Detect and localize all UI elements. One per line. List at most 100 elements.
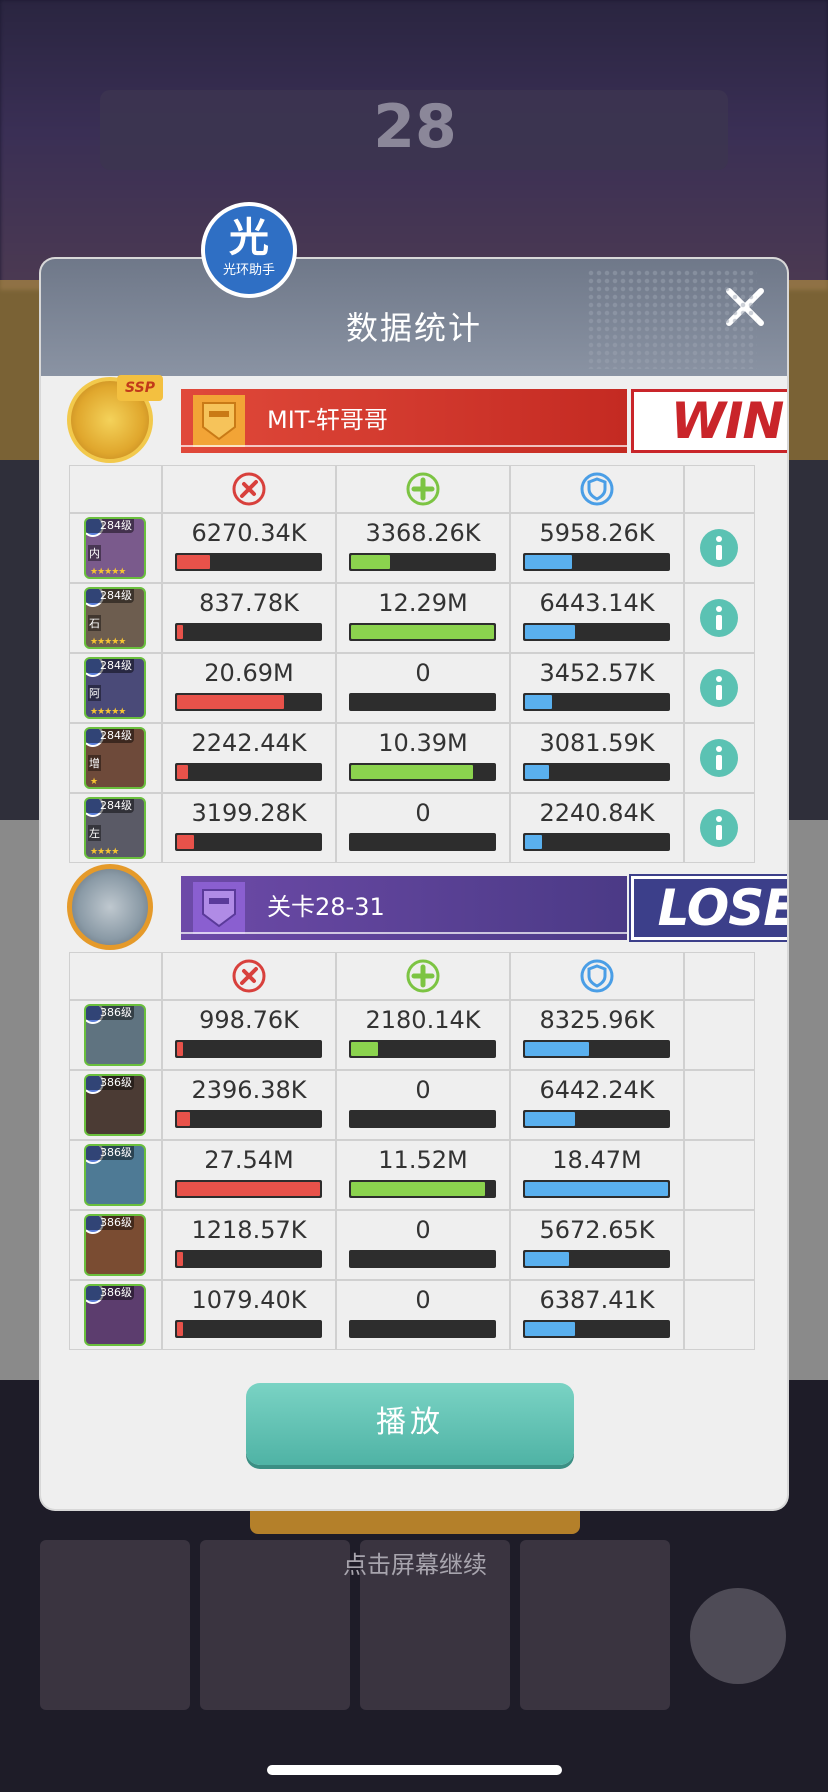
info-icon[interactable] [699,738,739,778]
dialog-title: 数据统计 [345,309,482,347]
defense-value: 8325.96K [539,1006,655,1034]
defense-bar-fill [525,555,573,569]
logo-text: 光环助手 [222,263,275,278]
defense-value: 5672.65K [539,1216,655,1244]
heal-bar [349,833,496,851]
result-badge-win: WIN [631,389,787,453]
defense-bar [523,623,670,641]
hero-portrait: 284级增 ★ [84,727,146,789]
damage-bar-fill [177,1252,183,1266]
hero-level: 284级 [86,519,134,533]
team-emblem-icon [193,882,245,934]
damage-bar-fill [177,695,285,709]
defense-bar-fill [525,765,550,779]
heal-value: 12.29M [378,589,468,617]
team-name-bar: 关卡28-31 [181,876,627,940]
damage-bar [175,1110,322,1128]
heal-bar-fill [351,1042,379,1056]
defense-bar-fill [525,1322,576,1336]
defense-bar-fill [525,695,553,709]
team-name-bar: MIT-轩哥哥 [181,389,627,453]
defense-bar-fill [525,1182,668,1196]
ssp-badge: SSP [117,375,163,401]
stat-header-cell [684,952,755,1000]
info-icon[interactable] [699,598,739,638]
damage-value: 3199.28K [191,799,307,827]
heal-bar-fill [351,555,390,569]
result-text: WIN [670,392,785,450]
info-icon[interactable] [699,668,739,708]
heal-value: 2180.14K [365,1006,481,1034]
damage-bar [175,623,322,641]
damage-bar [175,1180,322,1198]
heal-value: 0 [415,659,431,687]
hero-portrait: 386级 [84,1074,146,1136]
defense-value: 5958.26K [539,519,655,547]
table-cell [684,1210,755,1280]
hero-stars: ★★★★★ [90,567,126,577]
background-card [40,1540,190,1710]
defense-bar [523,833,670,851]
defense-bar [523,553,670,571]
defense-bar-fill [525,835,543,849]
stat-header-cell [69,952,162,1000]
damage-bar-fill [177,625,183,639]
hero-position: 石 [88,615,101,631]
heal-icon [404,470,442,508]
heal-bar [349,1320,496,1338]
hero-portrait: 386级 [84,1214,146,1276]
damage-bar [175,553,322,571]
hero-level: 386级 [86,1286,134,1300]
hero-level: 284级 [86,729,134,743]
damage-value: 6270.34K [191,519,307,547]
play-button[interactable]: 播放 [246,1383,574,1465]
info-icon[interactable] [699,528,739,568]
table-cell [684,1140,755,1210]
logo-glyph: 光 [229,215,269,261]
team-name: MIT-轩哥哥 [267,406,388,434]
defense-bar-fill [525,625,576,639]
damage-icon [230,957,268,995]
home-indicator[interactable] [267,1765,562,1775]
hero-portrait: 386级 [84,1284,146,1346]
hero-level: 386级 [86,1006,134,1020]
stat-header-cell [684,465,755,513]
defense-bar [523,1180,670,1198]
damage-value: 998.76K [199,1006,299,1034]
stats-button-background [690,1588,786,1684]
damage-bar [175,1320,322,1338]
defense-value: 6443.14K [539,589,655,617]
defense-bar-fill [525,1042,590,1056]
close-button[interactable] [721,283,769,331]
heal-bar [349,1250,496,1268]
damage-bar-fill [177,555,210,569]
damage-bar [175,1250,322,1268]
result-badge-lose: LOSE [629,874,787,942]
team-header-enemy: 关卡28-31 LOSE [67,864,787,950]
damage-bar-fill [177,1042,183,1056]
table-cell [684,1000,755,1070]
statistics-dialog: 数据统计 MIT-轩哥哥 WIN SSP 284级内 ★★★★★ 6270.34K 3… [41,259,787,1509]
defense-bar-fill [525,1112,576,1126]
damage-bar [175,693,322,711]
damage-bar-fill [177,835,195,849]
result-text: LOSE [657,879,787,937]
defense-value: 6442.24K [539,1076,655,1104]
tap-to-continue-hint: 点击屏幕继续 [343,1551,487,1579]
defense-bar [523,763,670,781]
table-cell [684,1280,755,1350]
background-card [520,1540,670,1710]
heal-value: 0 [415,1216,431,1244]
background-score: 28 [373,92,457,162]
damage-value: 2396.38K [191,1076,307,1104]
heal-value: 0 [415,799,431,827]
shield-icon [578,470,616,508]
defense-bar [523,1320,670,1338]
damage-value: 2242.44K [191,729,307,757]
hero-portrait: 284级阿 ★★★★★ [84,657,146,719]
heal-icon [404,957,442,995]
app-logo: 光 光环助手 [201,202,297,298]
info-icon[interactable] [699,808,739,848]
heal-bar-fill [351,765,473,779]
defense-bar [523,693,670,711]
